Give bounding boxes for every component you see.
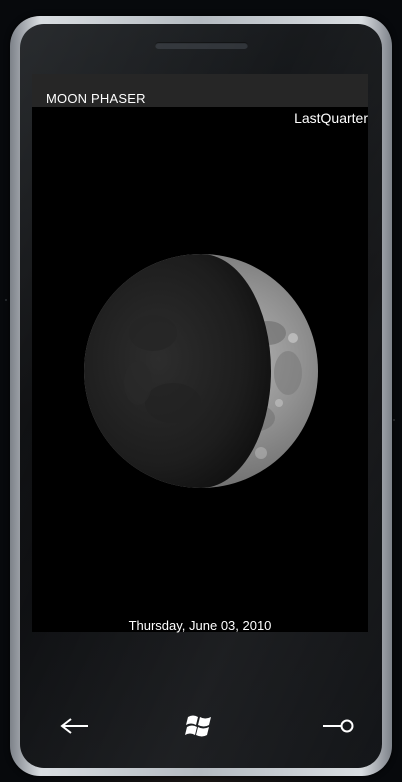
moon-date-label: Thursday, June 03, 2010: [128, 618, 272, 633]
back-arrow-icon: [60, 718, 88, 734]
phone-body: MOON PHASER LastQuarter Thursday, June 0…: [20, 24, 382, 768]
app-screen: MOON PHASER LastQuarter Thursday, June 0…: [32, 74, 368, 633]
windows-logo-icon: [185, 715, 211, 737]
app-title: MOON PHASER: [46, 91, 146, 106]
phone-frame: MOON PHASER LastQuarter Thursday, June 0…: [10, 16, 392, 776]
title-bar: MOON PHASER: [32, 74, 368, 107]
moon-image: [83, 253, 319, 489]
start-button[interactable]: [170, 704, 230, 748]
moon-icon: [84, 254, 318, 488]
earpiece-speaker: [155, 42, 248, 49]
hardware-nav-bar: [20, 704, 382, 748]
search-button[interactable]: [308, 704, 368, 748]
search-icon: [323, 719, 354, 733]
back-button[interactable]: [44, 704, 104, 748]
moon-phase-label: LastQuarter: [294, 110, 368, 126]
